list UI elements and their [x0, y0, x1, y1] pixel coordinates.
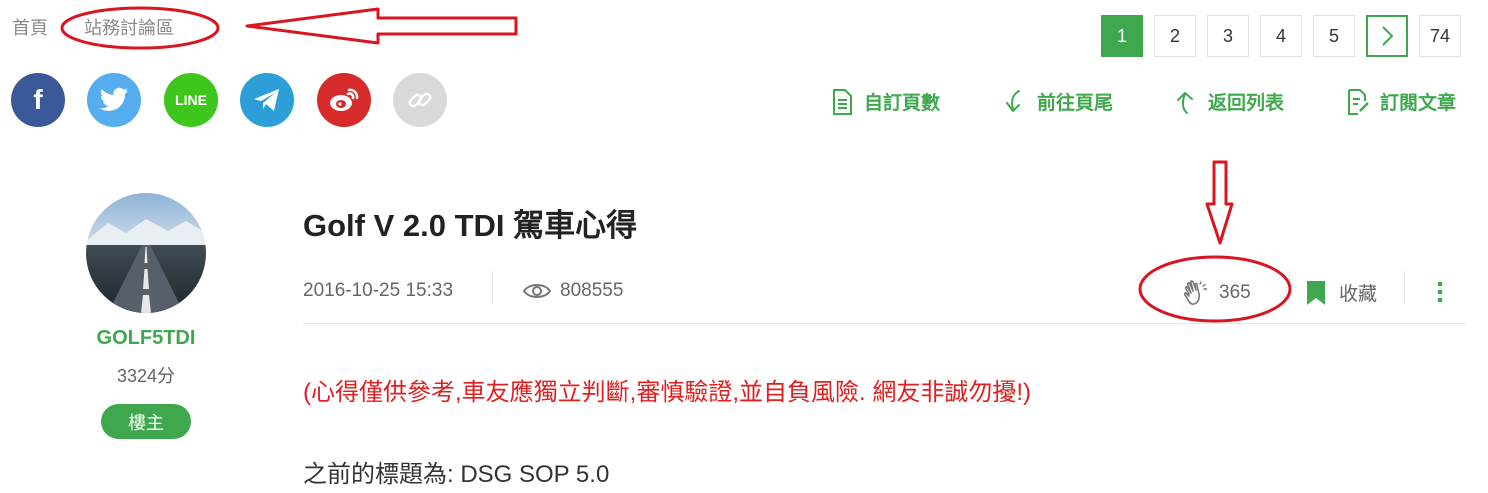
custom-pages-label: 自訂頁數 — [864, 93, 941, 114]
view-count: 808555 — [522, 280, 623, 302]
more-vertical-icon — [1437, 281, 1443, 303]
clap-button[interactable]: 365 — [1183, 280, 1251, 306]
breadcrumb-forum-link[interactable]: 站務討論區 — [84, 14, 174, 40]
facebook-icon: f — [33, 84, 43, 115]
arrow-up-icon — [1177, 91, 1193, 114]
document-icon — [833, 88, 852, 115]
more-options-button[interactable] — [1430, 280, 1450, 306]
last-page-button[interactable]: 74 — [1419, 15, 1461, 57]
telegram-icon — [254, 89, 279, 111]
post-title: Golf V 2.0 TDI 駕車心得 — [303, 208, 638, 243]
next-page-button[interactable] — [1366, 15, 1408, 57]
clap-count: 365 — [1219, 282, 1251, 303]
custom-pages-button[interactable]: 自訂頁數 — [830, 88, 940, 115]
header-divider — [303, 323, 1466, 324]
clap-hands-icon — [1183, 280, 1208, 305]
subscribe-icon — [1348, 88, 1369, 115]
subscribe-button[interactable]: 訂閱文章 — [1346, 88, 1456, 115]
pagination: 1 2 3 4 5 74 — [1101, 15, 1461, 57]
author-score: 3324分 — [116, 366, 176, 386]
page-2-button[interactable]: 2 — [1154, 15, 1196, 57]
post-date: 2016-10-25 15:33 — [303, 280, 454, 301]
annotation-arrow-down — [1205, 160, 1234, 245]
weibo-icon — [330, 88, 359, 111]
twitter-icon — [99, 87, 128, 111]
go-to-bottom-button[interactable]: 前往頁尾 — [1003, 88, 1113, 115]
bookmark-button[interactable]: 收藏 — [1305, 279, 1377, 306]
author-avatar[interactable] — [86, 193, 206, 313]
post-body-text: 之前的標題為: DSG SOP 5.0 — [303, 461, 610, 488]
share-facebook-button[interactable]: f — [11, 73, 65, 127]
meta-divider — [1404, 271, 1405, 304]
thread-owner-badge: 樓主 — [101, 404, 191, 439]
view-count-value: 808555 — [560, 280, 624, 301]
subscribe-label: 訂閱文章 — [1380, 93, 1457, 114]
annotation-overlay — [60, 6, 1292, 323]
share-weibo-button[interactable] — [317, 73, 371, 127]
share-telegram-button[interactable] — [240, 73, 294, 127]
chevron-right-icon — [1382, 26, 1394, 46]
eye-icon — [522, 284, 552, 298]
bookmark-label: 收藏 — [1339, 284, 1378, 305]
bookmark-icon — [1307, 280, 1325, 305]
link-icon — [408, 92, 432, 108]
arrow-down-icon — [1006, 89, 1020, 112]
meta-divider — [1289, 271, 1290, 304]
share-line-button[interactable]: LINE — [164, 73, 218, 127]
page-3-button[interactable]: 3 — [1207, 15, 1249, 57]
post-disclaimer: (心得僅供參考,車友應獨立判斷,審慎驗證,並自負風險. 網友非誠勿擾!) — [303, 379, 1031, 406]
back-to-list-button[interactable]: 返回列表 — [1174, 88, 1284, 115]
go-to-bottom-label: 前往頁尾 — [1037, 93, 1114, 114]
share-twitter-button[interactable] — [87, 73, 141, 127]
annotation-arrow-left — [245, 7, 518, 45]
page-5-button[interactable]: 5 — [1313, 15, 1355, 57]
page-4-button[interactable]: 4 — [1260, 15, 1302, 57]
author-name-link[interactable]: GOLF5TDI — [86, 327, 206, 350]
road-landscape-image — [86, 193, 206, 313]
breadcrumb-home-link[interactable]: 首頁 — [12, 14, 48, 40]
meta-divider — [492, 271, 493, 304]
line-icon: LINE — [175, 92, 207, 108]
copy-link-button[interactable] — [393, 73, 447, 127]
page-1-button[interactable]: 1 — [1101, 15, 1143, 57]
back-to-list-label: 返回列表 — [1208, 93, 1285, 114]
